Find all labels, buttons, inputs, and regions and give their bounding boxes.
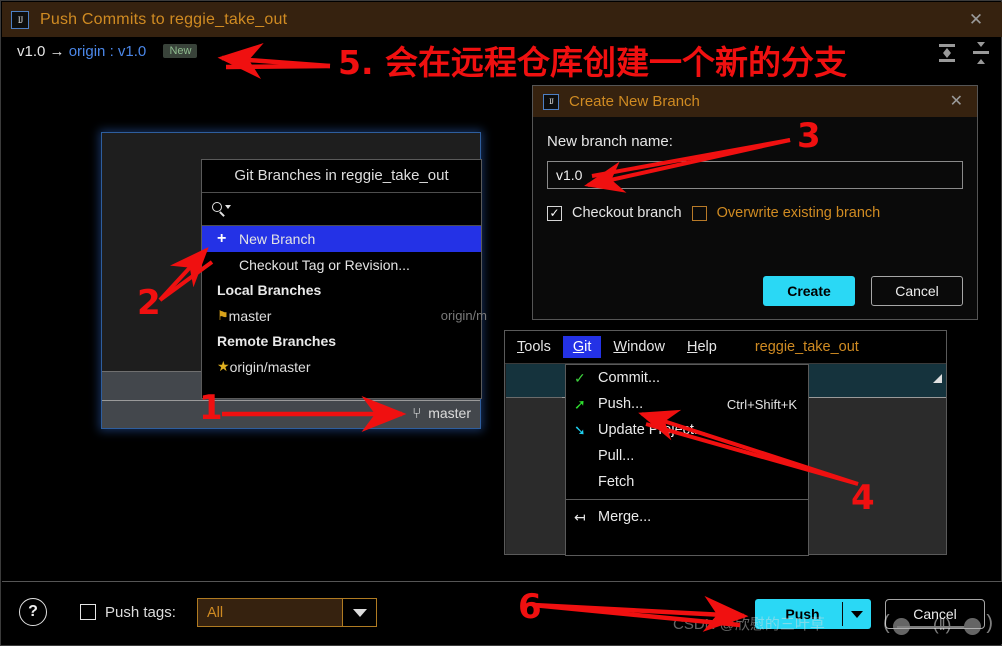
- menu-window[interactable]: Window: [603, 336, 675, 358]
- separator-glyph: :: [109, 43, 114, 60]
- git-branches-popup-title: Git Branches in reggie_take_out: [202, 160, 481, 193]
- push-tags-select[interactable]: All: [197, 598, 377, 627]
- branch-search-field[interactable]: [202, 193, 481, 226]
- local-branches-header: Local Branches: [217, 282, 322, 298]
- expand-all-icon[interactable]: [937, 41, 957, 65]
- menu-tools[interactable]: Tools: [507, 336, 561, 358]
- git-menu-fetch[interactable]: Fetch: [566, 469, 808, 495]
- checkout-branch-label: Checkout branch: [572, 205, 682, 221]
- branch-selector-label: master: [428, 405, 471, 421]
- cancel-button[interactable]: Cancel: [871, 276, 963, 306]
- create-branch-titlebar: IJ Create New Branch ✕: [533, 86, 977, 117]
- git-branches-popup: Git Branches in reggie_take_out + New Br…: [201, 159, 487, 399]
- checkout-branch-checkbox[interactable]: ✓: [547, 205, 562, 221]
- push-button-dropdown-icon[interactable]: [843, 610, 871, 618]
- chevron-down-icon[interactable]: [342, 599, 376, 626]
- create-button[interactable]: Create: [763, 276, 855, 306]
- git-menu-commit-label: Commit...: [598, 370, 661, 386]
- intellij-idea-icon: IJ: [11, 10, 29, 29]
- menu-tools-rest: ools: [524, 339, 551, 355]
- menu-help-rest: elp: [697, 339, 717, 355]
- help-button[interactable]: ?: [19, 598, 47, 626]
- menu-window-rest: indow: [627, 339, 665, 355]
- create-branch-options: ✓ Checkout branch Overwrite existing bra…: [547, 205, 963, 221]
- intellij-idea-icon: IJ: [543, 93, 559, 110]
- menu-item-new-branch[interactable]: + New Branch: [202, 226, 481, 252]
- search-icon: [212, 201, 231, 217]
- push-button-label: Push: [785, 606, 820, 622]
- git-menu-push-shortcut: Ctrl+Shift+K: [726, 396, 797, 412]
- create-branch-body: New branch name: v1.0 ✓ Checkout branch …: [533, 117, 977, 221]
- local-branch-label: v1.0: [17, 43, 46, 60]
- ide-window: Tools Git Window Help reggie_take_out ✓ …: [504, 330, 947, 556]
- arrow-down-left-icon: ➘: [574, 421, 586, 438]
- branch-summary[interactable]: v1.0 → origin : v1.0 New: [17, 43, 198, 60]
- git-menu-commit[interactable]: ✓ Commit...: [566, 365, 808, 391]
- push-tags-value: All: [207, 604, 224, 621]
- project-name-label: reggie_take_out: [754, 339, 859, 355]
- menu-git-rest: it: [584, 339, 592, 355]
- header-icon-group: [937, 41, 991, 65]
- ide-menubar: Tools Git Window Help reggie_take_out: [505, 331, 946, 364]
- menu-divider: [566, 499, 808, 500]
- remote-branch-label: v1.0: [117, 43, 147, 60]
- git-menu-fetch-label: Fetch: [598, 474, 635, 490]
- branch-summary-row: v1.0 → origin : v1.0 New: [1, 37, 1002, 70]
- branch-item-origin-master[interactable]: ★ origin/master: [202, 353, 481, 380]
- git-menu-merge[interactable]: ↤ Merge...: [566, 504, 808, 530]
- plus-icon: +: [217, 230, 227, 247]
- push-commits-dialog: IJ Push Commits to reggie_take_out ✕ v1.…: [0, 0, 1002, 646]
- push-dialog-title: Push Commits to reggie_take_out: [40, 10, 288, 28]
- overwrite-branch-checkbox[interactable]: [691, 205, 707, 221]
- git-menu-pull-label: Pull...: [598, 448, 635, 464]
- push-button[interactable]: Push: [755, 599, 871, 629]
- menu-item-checkout-tag[interactable]: Checkout Tag or Revision...: [202, 252, 481, 278]
- push-tags-label: Push tags:: [105, 604, 176, 621]
- new-branch-name-label: New branch name:: [547, 133, 673, 150]
- ide-left-pane: [506, 364, 563, 554]
- status-badge: New: [163, 44, 198, 58]
- push-cancel-button[interactable]: Cancel: [885, 599, 985, 629]
- git-menu-push-label: Push...: [598, 396, 644, 412]
- remote-branches-header: Remote Branches: [217, 333, 337, 349]
- git-menu-push[interactable]: ➚ Push... Ctrl+Shift+K: [566, 391, 808, 417]
- arrow-up-right-icon: ➚: [574, 395, 586, 412]
- create-branch-title: Create New Branch: [569, 93, 700, 110]
- arrow-glyph: →: [49, 43, 65, 60]
- push-tags-checkbox[interactable]: [80, 604, 96, 620]
- tag-icon: ⚑: [217, 307, 229, 323]
- new-branch-name-input[interactable]: v1.0: [547, 161, 963, 189]
- menu-item-new-branch-label: New Branch: [239, 231, 316, 247]
- branch-tracking-label: origin/m: [440, 308, 487, 323]
- menu-git[interactable]: Git: [562, 336, 602, 358]
- create-branch-buttons: Create Cancel: [763, 276, 963, 306]
- branch-selector[interactable]: ⑂ master: [412, 404, 471, 422]
- git-menu-update-project-label: Update Project...: [598, 422, 706, 438]
- star-icon: ★: [217, 358, 230, 374]
- overwrite-branch-label: Overwrite existing branch: [716, 205, 881, 221]
- menu-help[interactable]: Help: [677, 336, 727, 358]
- menu-item-checkout-tag-label: Checkout Tag or Revision...: [239, 257, 410, 273]
- close-icon[interactable]: ✕: [950, 91, 963, 111]
- git-dropdown-menu: ✓ Commit... ➚ Push... Ctrl+Shift+K ➘ Upd…: [565, 364, 809, 556]
- corner-marker-icon: [933, 374, 942, 383]
- create-new-branch-dialog: IJ Create New Branch ✕ New branch name: …: [532, 85, 978, 320]
- merge-icon: ↤: [574, 508, 586, 525]
- git-menu-update-project[interactable]: ➘ Update Project...: [566, 417, 808, 443]
- commit-branch-row: ⑂ master: [102, 401, 480, 428]
- branch-icon: ⑂: [412, 404, 422, 422]
- remote-name-label: origin: [68, 43, 106, 60]
- check-icon: ✓: [574, 369, 586, 386]
- git-menu-pull[interactable]: Pull...: [566, 443, 808, 469]
- branch-item-origin-master-label: origin/master: [229, 358, 311, 375]
- collapse-all-icon[interactable]: [971, 41, 991, 65]
- git-menu-merge-label: Merge...: [598, 509, 652, 525]
- branch-item-master-label: master: [228, 307, 272, 324]
- screenshot-root: IJ Push Commits to reggie_take_out ✕ v1.…: [0, 0, 1002, 646]
- push-dialog-titlebar: IJ Push Commits to reggie_take_out ✕: [2, 2, 1002, 37]
- close-icon[interactable]: ✕: [967, 11, 985, 29]
- branch-item-master[interactable]: ⚑ master origin/m: [202, 302, 487, 329]
